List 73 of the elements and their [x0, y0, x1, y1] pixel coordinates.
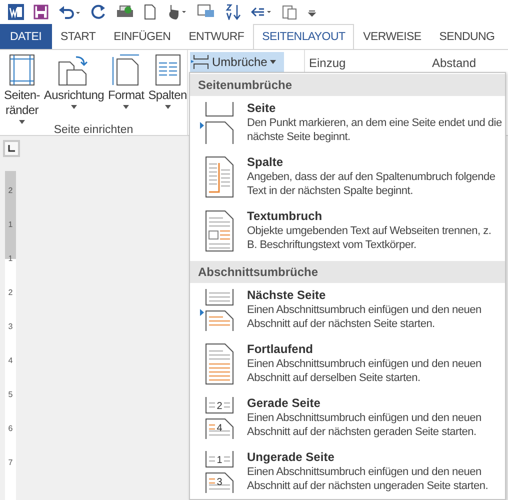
caret-icon: [123, 105, 130, 109]
margins-icon: [8, 54, 35, 86]
menu-item-description: Den Punkt markieren, an dem eine Seite endet und die nächste Seite beginnt.: [247, 116, 503, 144]
group-label: Seite einrichten: [52, 124, 134, 138]
menu-item-title: Gerade Seite: [247, 396, 322, 411]
menu-item-title: Textumbruch: [247, 209, 324, 224]
ribbon-tab[interactable]: ENTWURF: [180, 24, 254, 49]
menu-item-description: Objekte umgebenden Text auf Webseiten trennen, z. B. Beschriftungstext vom Textkörper.: [247, 224, 492, 252]
word-logo-icon[interactable]: [8, 4, 24, 20]
ribbon-button[interactable]: Ausrichtung: [42, 54, 105, 124]
orientation-icon: [58, 54, 90, 86]
page-size-icon: [112, 54, 140, 86]
save-icon[interactable]: [33, 4, 49, 20]
ribbon-tab[interactable]: EINFÜGEN: [104, 24, 180, 49]
menu-item-title: Fortlaufend: [247, 342, 314, 357]
breaks-button[interactable]: Umbrüche: [190, 52, 284, 72]
indent-label: Einzug: [309, 56, 346, 70]
ruler-number: 1: [8, 254, 13, 263]
tab-selector[interactable]: [3, 140, 20, 157]
menu-item-title: Seite: [247, 101, 277, 116]
menu-item-description: Einen Abschnittsumbruch einfügen und den neuen Abschnitt auf der nächsten ungeraden Seite starten.: [247, 465, 490, 493]
menu-item-description: Angeben, dass der auf den Spaltenumbruch folgende Text in der nächsten Spalte beginnt.: [247, 170, 496, 198]
sort-icon[interactable]: [224, 4, 242, 20]
menu-section-header: Seitenumbrüche: [190, 74, 505, 96]
caret-icon: [270, 60, 276, 64]
ruler-number: 6: [8, 424, 13, 433]
menu-item-title: Spalte: [247, 155, 284, 170]
menu-item[interactable]: Spalte Angeben, dass der auf den Spaltenumbruch folgende Text in der nächsten Spalte beginnt.: [190, 152, 505, 206]
ribbon-tab[interactable]: SEITENLAYOUT: [253, 24, 354, 49]
printer-icon[interactable]: [116, 4, 134, 20]
menu-item-description: Einen Abschnittsumbruch einfügen und den neuen Abschnitt auf der nächsten Seite starten.: [247, 303, 482, 331]
column-break-icon: [205, 156, 235, 198]
left-tab-icon: [8, 145, 15, 152]
caret-icon: [164, 105, 171, 109]
ruler-number: 7: [8, 458, 13, 467]
undo-icon[interactable]: [58, 4, 82, 20]
columns-icon: [154, 54, 181, 86]
menu-item-description: Einen Abschnittsumbruch einfügen und den neuen Abschnitt auf der nächsten geraden Seite starten.: [247, 411, 482, 439]
text-wrapping-icon: [205, 210, 235, 252]
menu-item-title: Ungerade Seite: [247, 450, 336, 465]
screen-icon[interactable]: [197, 4, 215, 20]
menu-item-description: Einen Abschnittsumbruch einfügen und den neuen Abschnitt auf derselben Seite starten.: [247, 357, 482, 385]
ribbon-tab[interactable]: VERWEISE: [354, 24, 430, 49]
page-icon[interactable]: [143, 4, 157, 20]
spacing-label: Abstand: [432, 56, 476, 70]
caret-icon: [18, 120, 25, 124]
section-break-icon: [205, 289, 235, 331]
menu-section-header: Abschnittsumbrüche: [190, 261, 505, 283]
menu-item[interactable]: Nächste Seite Einen Abschnittsumbruch einfügen und den neuen Abschnitt auf der nächsten Seite starten.: [190, 285, 505, 339]
ribbon-tab[interactable]: START: [52, 24, 105, 49]
ribbon-button[interactable]: Spalten: [147, 54, 188, 124]
file-tab[interactable]: DATEI: [0, 24, 52, 49]
menu-item[interactable]: Seite Den Punkt markieren, an dem eine Seite endet und die nächste Seite beginnt.: [190, 98, 505, 152]
redo-icon[interactable]: [91, 4, 107, 20]
ruler-number: 3: [8, 322, 13, 331]
ribbon-button[interactable]: Format: [107, 54, 146, 124]
ruler-number: 5: [8, 390, 13, 399]
menu-item[interactable]: Fortlaufend Einen Abschnittsumbruch einfügen und den neuen Abschnitt auf derselben Seite starten.: [190, 339, 505, 393]
ruler-number: 1: [8, 220, 13, 229]
menu-item[interactable]: 1 3 Ungerade Seite Einen Abschnittsumbruch einfügen und den neuen Abschnitt auf der nächsten ungeraden Seite starten.: [190, 447, 505, 500]
clipboard-icon[interactable]: [282, 4, 298, 20]
page-break-icon: [205, 102, 235, 144]
menu-item-title: Nächste Seite: [247, 288, 327, 303]
menu-item[interactable]: Textumbruch Objekte umgebenden Text auf Webseiten trennen, z. B. Beschriftungstext vom Textkörper.: [190, 206, 505, 260]
menu-item[interactable]: 2 4 Gerade Seite Einen Abschnittsumbruch einfügen und den neuen Abschnitt auf der nächsten geraden Seite starten.: [190, 393, 505, 447]
ribbon-tab[interactable]: SENDUNG: [430, 24, 504, 49]
caret-icon: [70, 105, 77, 109]
ruler-number: 2: [8, 186, 13, 195]
ruler-number: 2: [8, 288, 13, 297]
continuous-break-icon: [205, 343, 235, 385]
ribbon-button[interactable]: Seiten- ränder: [3, 54, 41, 124]
page-break-icon: [191, 54, 209, 70]
ruler-number: 4: [8, 356, 13, 365]
